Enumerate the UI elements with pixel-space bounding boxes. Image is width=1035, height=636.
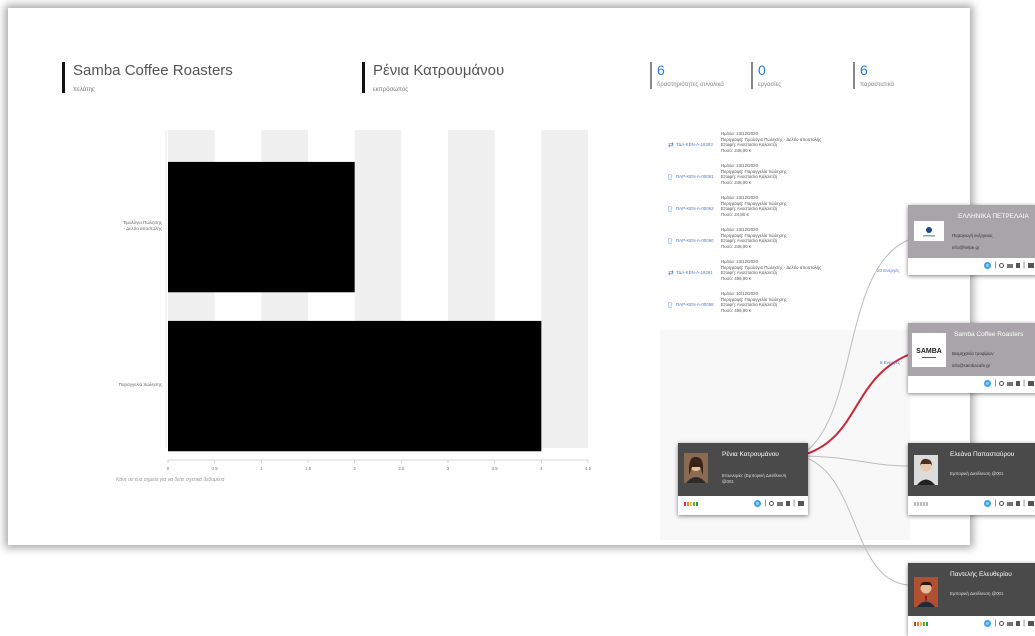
image-icon[interactable] [1028,621,1034,626]
node-toolbar: | | [984,620,1034,627]
app-stage: Samba Coffee Roasters πελάτης Ρένια Κατρ… [0,0,1035,636]
status-circle-icon[interactable] [984,262,992,269]
node-samba-name: Samba Coffee Roasters [954,331,1024,338]
status-circle-icon[interactable] [984,620,992,627]
node-pantelis-role: Εμπορική Διεύθυνση @001 [950,591,1004,596]
edge-label-elpe[interactable]: 20 Ενεργές [877,268,900,273]
document-icon[interactable] [786,501,791,506]
node-pantelis-name: Παντελής Ελευθερίου [950,571,1012,578]
node-samba[interactable]: SAMBA Samba Coffee Roasters Βιομηχανία τ… [908,323,1035,393]
document-icon[interactable] [1016,263,1021,268]
avatar [684,453,708,483]
avatar [914,577,938,607]
folder-icon[interactable] [1007,263,1014,268]
image-icon[interactable] [1028,263,1034,268]
folder-icon[interactable] [1007,501,1014,506]
node-elpe-role: Παραγωγή ενέργειας [952,233,993,238]
document-icon[interactable] [1016,501,1021,506]
document-icon[interactable] [1016,381,1021,386]
clock-icon[interactable] [999,263,1005,268]
status-circle-icon[interactable] [754,500,762,507]
node-center-name: Ρένια Κατρουμάνου [722,451,779,458]
node-center-role: Επωνυμία: (Εμπορική Διεύθυνση @001 [722,473,787,484]
clock-icon[interactable] [999,381,1005,386]
node-toolbar: | | [754,500,804,507]
node-samba-role: Βιομηχανία τροφίμων [952,351,994,356]
image-icon[interactable] [1028,381,1034,386]
status-bars [914,622,928,626]
folder-icon[interactable] [777,501,784,506]
status-bars [684,502,698,506]
node-elpe-name: ΕΛΛΗΝΙΚΑ ΠΕΤΡΕΛΑΙΑ [958,213,1029,220]
node-eleana-footer: | | [908,496,1035,513]
node-pantelis-head: Παντελής Ελευθερίου Εμπορική Διεύθυνση @… [908,563,1035,616]
status-bars [914,502,928,506]
node-samba-head: SAMBA Samba Coffee Roasters Βιομηχανία τ… [908,323,1035,376]
samba-logo-text: SAMBA [916,348,942,355]
node-samba-email[interactable]: info@sambacafe.gr [952,363,990,369]
node-samba-footer: | | [908,376,1035,393]
node-eleana[interactable]: Ελεάνα Παπασταύρου Εμπορική Διεύθυνση @0… [908,443,1035,515]
node-center-footer: | | [678,496,808,513]
avatar [914,455,938,485]
status-circle-icon[interactable] [984,380,992,387]
node-toolbar: | | [984,500,1034,507]
edge-eleana [799,455,909,467]
document-icon[interactable] [1016,621,1021,626]
relation-edges [799,239,909,586]
edge-label-samba[interactable]: 6 Ενεργές [880,360,900,365]
node-eleana-role: Εμπορική Διεύθυνση @001 [950,471,1004,476]
node-elpe-email[interactable]: info@helpe.gr [952,245,979,251]
node-center-person[interactable]: Ρένια Κατρουμάνου Επωνυμία: (Εμπορική Δι… [678,443,808,515]
node-eleana-name: Ελεάνα Παπασταύρου [950,451,1015,458]
folder-icon[interactable] [1007,621,1014,626]
image-icon[interactable] [798,501,804,506]
node-elpe-head: ΕΛΛΗΝΙΚΑ ΠΕΤΡΕΛΑΙΑ Παραγωγή ενέργειας in… [908,205,1035,258]
status-circle-icon[interactable] [984,500,992,507]
elpe-logo [914,221,944,241]
node-toolbar: | | [984,380,1034,387]
folder-icon[interactable] [1007,381,1014,386]
samba-logo: SAMBA [912,333,946,367]
node-pantelis-footer: | | [908,616,1035,633]
node-elpe[interactable]: ΕΛΛΗΝΙΚΑ ΠΕΤΡΕΛΑΙΑ Παραγωγή ενέργειας in… [908,205,1035,275]
node-eleana-head: Ελεάνα Παπασταύρου Εμπορική Διεύθυνση @0… [908,443,1035,496]
clock-icon[interactable] [999,501,1005,506]
clock-icon[interactable] [999,621,1005,626]
node-toolbar: | | [984,262,1034,269]
node-elpe-footer: | | [908,258,1035,275]
node-center-head: Ρένια Κατρουμάνου Επωνυμία: (Εμπορική Δι… [678,443,808,496]
node-pantelis[interactable]: Παντελής Ελευθερίου Εμπορική Διεύθυνση @… [908,563,1035,636]
image-icon[interactable] [1028,501,1034,506]
clock-icon[interactable] [769,501,775,506]
edge-pantelis [799,455,909,586]
